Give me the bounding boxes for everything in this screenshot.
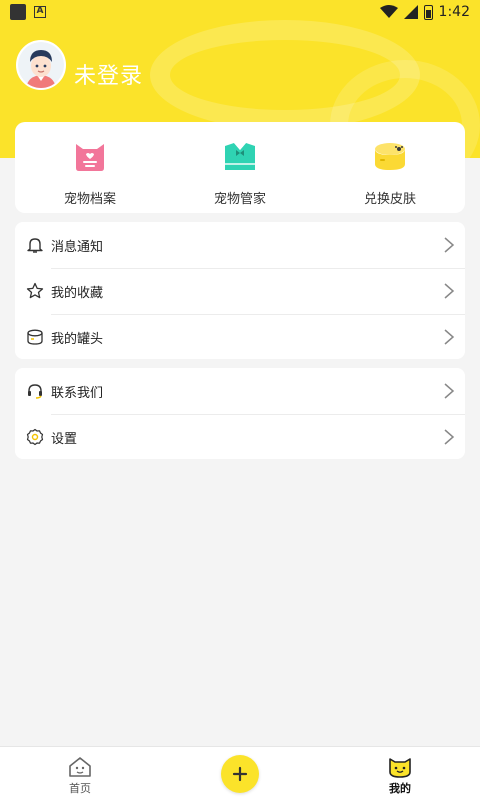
plus-icon <box>232 766 248 782</box>
wifi-icon <box>379 5 398 18</box>
menu-label: 我的罐头 <box>51 331 104 347</box>
status-time: 1:42 <box>438 4 470 20</box>
chevron-right-icon <box>444 329 455 345</box>
menu-group-1: 消息通知 我的收藏 我的罐头 <box>15 222 465 359</box>
menu-item-settings[interactable]: 设置 <box>15 414 465 460</box>
avatar[interactable] <box>16 40 66 90</box>
can-icon <box>375 143 405 170</box>
chevron-right-icon <box>444 283 455 299</box>
nav-mine-label: 我的 <box>389 782 411 795</box>
feature-pet-butler[interactable]: 宠物管家 <box>165 122 315 213</box>
menu-item-notifications[interactable]: 消息通知 <box>15 222 465 268</box>
a-notification-icon: A <box>34 6 46 18</box>
nav-mine[interactable]: 我的 <box>320 747 480 800</box>
add-button[interactable] <box>221 755 259 793</box>
bell-icon <box>25 235 45 255</box>
settings-icon <box>25 427 45 447</box>
signal-icon <box>403 5 418 19</box>
feature-card: 宠物档案 宠物管家 兑换皮肤 <box>15 122 465 213</box>
battery-icon <box>423 4 433 20</box>
chevron-right-icon <box>444 429 455 445</box>
cat-face-icon <box>389 758 411 778</box>
menu-item-contact-us[interactable]: 联系我们 <box>15 368 465 414</box>
menu-label: 消息通知 <box>51 239 104 255</box>
menu-label: 我的收藏 <box>51 285 104 301</box>
home-icon <box>69 757 91 777</box>
feature-label: 宠物管家 <box>213 192 266 207</box>
pet-file-icon <box>76 144 104 171</box>
feature-exchange-skin[interactable]: 兑换皮肤 <box>315 122 465 213</box>
avatar-icon <box>18 42 64 88</box>
menu-group-2: 联系我们 设置 <box>15 368 465 459</box>
menu-label: 设置 <box>51 431 78 447</box>
star-icon <box>25 281 45 301</box>
can-outline-icon <box>25 327 45 347</box>
login-status-text[interactable]: 未登录 <box>74 58 143 90</box>
app-notification-icon <box>10 4 26 20</box>
bottom-nav: 首页 我的 <box>0 746 480 800</box>
nav-add[interactable] <box>160 747 320 800</box>
menu-item-favorites[interactable]: 我的收藏 <box>15 268 465 314</box>
nav-home-label: 首页 <box>69 782 91 795</box>
nav-home[interactable]: 首页 <box>0 747 160 800</box>
feature-label: 兑换皮肤 <box>363 192 416 207</box>
status-bar: A 1:42 <box>0 0 480 24</box>
chevron-right-icon <box>444 237 455 253</box>
headset-icon <box>25 381 45 401</box>
chevron-right-icon <box>444 383 455 399</box>
feature-pet-profile[interactable]: 宠物档案 <box>15 122 165 213</box>
feature-label: 宠物档案 <box>63 192 116 207</box>
pet-butler-icon <box>225 143 255 170</box>
menu-item-my-cans[interactable]: 我的罐头 <box>15 314 465 360</box>
menu-label: 联系我们 <box>51 385 104 401</box>
